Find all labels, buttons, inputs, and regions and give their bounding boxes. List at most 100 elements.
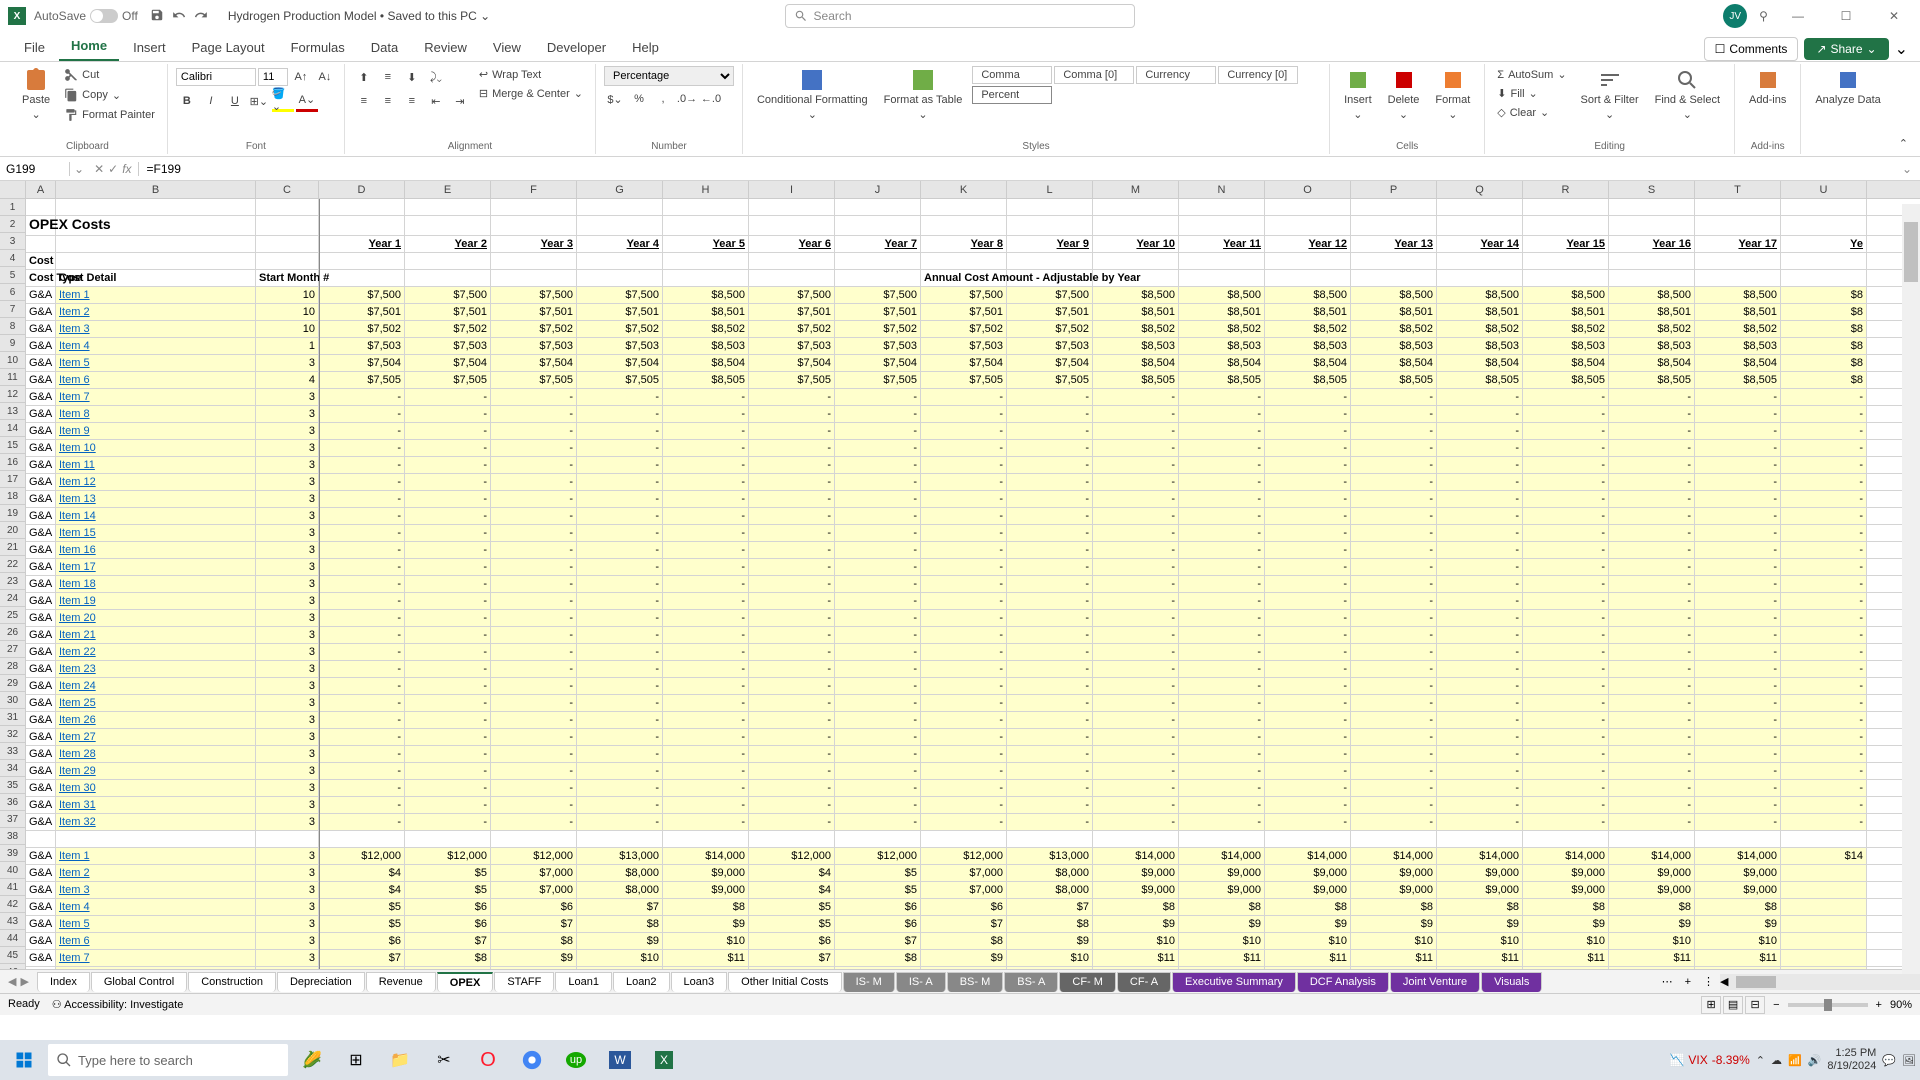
minimize-button[interactable]: — [1780, 4, 1816, 28]
cell[interactable]: $8,503 [1695, 338, 1781, 354]
cell[interactable]: $9,000 [1437, 865, 1523, 881]
sheet-tab-bs--m[interactable]: BS- M [947, 972, 1004, 992]
decrease-decimal-icon[interactable]: ←.0 [700, 88, 722, 110]
cell[interactable]: - [1179, 474, 1265, 490]
cell[interactable]: $11 [1007, 967, 1093, 969]
cell[interactable]: - [663, 542, 749, 558]
cell[interactable]: - [1609, 746, 1695, 762]
cell[interactable]: - [1093, 389, 1179, 405]
cell[interactable]: $11 [1351, 950, 1437, 966]
cell[interactable]: - [577, 406, 663, 422]
cell[interactable]: $7,503 [405, 338, 491, 354]
cell[interactable] [256, 236, 319, 252]
cell[interactable]: - [1007, 440, 1093, 456]
style-currency0[interactable]: Currency [0] [1218, 66, 1298, 84]
cell[interactable]: $7,502 [405, 321, 491, 337]
cell[interactable]: $8,500 [663, 287, 749, 303]
cell[interactable]: - [749, 746, 835, 762]
cell[interactable]: $7,504 [749, 355, 835, 371]
cell[interactable]: Item 3 [56, 882, 256, 898]
cell[interactable]: Item 28 [56, 746, 256, 762]
cell[interactable]: - [405, 576, 491, 592]
cell[interactable]: - [1093, 593, 1179, 609]
sheet-tab-dcf-analysis[interactable]: DCF Analysis [1297, 972, 1389, 992]
merge-center-button[interactable]: ⊟ Merge & Center ⌄ [475, 85, 587, 102]
cell[interactable]: - [1093, 712, 1179, 728]
cell[interactable]: - [1265, 508, 1351, 524]
cell[interactable]: - [1265, 763, 1351, 779]
cell[interactable] [1695, 216, 1781, 235]
cell[interactable]: - [319, 389, 405, 405]
sheet-tab-cf--m[interactable]: CF- M [1059, 972, 1116, 992]
cell[interactable]: $9,000 [1093, 865, 1179, 881]
cell[interactable]: $8,505 [663, 372, 749, 388]
cell[interactable]: - [1781, 763, 1867, 779]
cell[interactable] [663, 831, 749, 847]
cell[interactable]: - [921, 525, 1007, 541]
cell[interactable]: - [1007, 814, 1093, 830]
cell[interactable]: - [1007, 729, 1093, 745]
cell[interactable]: - [405, 593, 491, 609]
cell[interactable]: - [1523, 389, 1609, 405]
cell[interactable]: 3 [256, 746, 319, 762]
cell[interactable]: G&A [26, 508, 56, 524]
row-header[interactable]: 22 [0, 556, 26, 573]
row-header[interactable]: 10 [0, 352, 26, 369]
cell[interactable]: G&A [26, 491, 56, 507]
cell[interactable]: - [1523, 593, 1609, 609]
task-view-icon[interactable]: ⊞ [336, 1040, 376, 1080]
increase-indent-icon[interactable]: ⇥ [449, 90, 471, 112]
cell[interactable]: Year 10 [1093, 236, 1179, 252]
cell[interactable] [405, 216, 491, 235]
cell[interactable]: - [1437, 661, 1523, 677]
cell[interactable]: - [1265, 661, 1351, 677]
cell[interactable]: - [1265, 559, 1351, 575]
paste-button[interactable]: Paste⌄ [16, 66, 56, 123]
cell[interactable]: - [1609, 389, 1695, 405]
share-button[interactable]: ↗ Share ⌄ [1804, 38, 1888, 60]
cell[interactable] [1781, 270, 1867, 286]
cell[interactable]: Item 6 [56, 372, 256, 388]
cell[interactable]: $7 [921, 916, 1007, 932]
cell[interactable]: - [405, 474, 491, 490]
row-header[interactable]: 15 [0, 437, 26, 454]
cell[interactable]: G&A [26, 355, 56, 371]
cell[interactable]: - [1781, 814, 1867, 830]
cell[interactable]: - [749, 423, 835, 439]
cell[interactable]: $7,500 [319, 287, 405, 303]
cell[interactable]: G&A [26, 610, 56, 626]
currency-icon[interactable]: $⌄ [604, 88, 626, 110]
cell[interactable]: - [749, 678, 835, 694]
cell[interactable]: - [319, 559, 405, 575]
hscroll-thumb[interactable] [1736, 976, 1776, 988]
cell[interactable]: $12 [1351, 967, 1437, 969]
cell[interactable]: - [663, 406, 749, 422]
cell[interactable]: - [319, 746, 405, 762]
cell[interactable]: - [1179, 729, 1265, 745]
cell[interactable]: - [1609, 576, 1695, 592]
cell[interactable]: $4 [749, 882, 835, 898]
cell[interactable]: - [1351, 729, 1437, 745]
cell[interactable]: - [405, 644, 491, 660]
cell[interactable] [1781, 199, 1867, 215]
sheet-tab-other-initial-costs[interactable]: Other Initial Costs [728, 972, 841, 992]
cell[interactable]: 3 [256, 763, 319, 779]
cell[interactable]: $9 [491, 950, 577, 966]
cell[interactable]: - [1695, 695, 1781, 711]
cell[interactable]: - [1093, 610, 1179, 626]
cell[interactable]: - [663, 457, 749, 473]
sheet-tab-loan3[interactable]: Loan3 [671, 972, 728, 992]
percent-icon[interactable]: % [628, 88, 650, 110]
cell[interactable]: - [1437, 593, 1523, 609]
cell[interactable] [1437, 253, 1523, 269]
col-header-P[interactable]: P [1351, 181, 1437, 198]
cell[interactable]: G&A [26, 916, 56, 932]
cell[interactable]: - [1781, 797, 1867, 813]
cell[interactable]: $9,000 [1437, 882, 1523, 898]
cell[interactable]: - [491, 610, 577, 626]
cell[interactable]: $10 [1265, 933, 1351, 949]
cell[interactable]: $9,000 [1695, 882, 1781, 898]
cell[interactable]: - [1523, 729, 1609, 745]
cell[interactable]: Item 8 [56, 406, 256, 422]
cell[interactable] [1609, 270, 1695, 286]
